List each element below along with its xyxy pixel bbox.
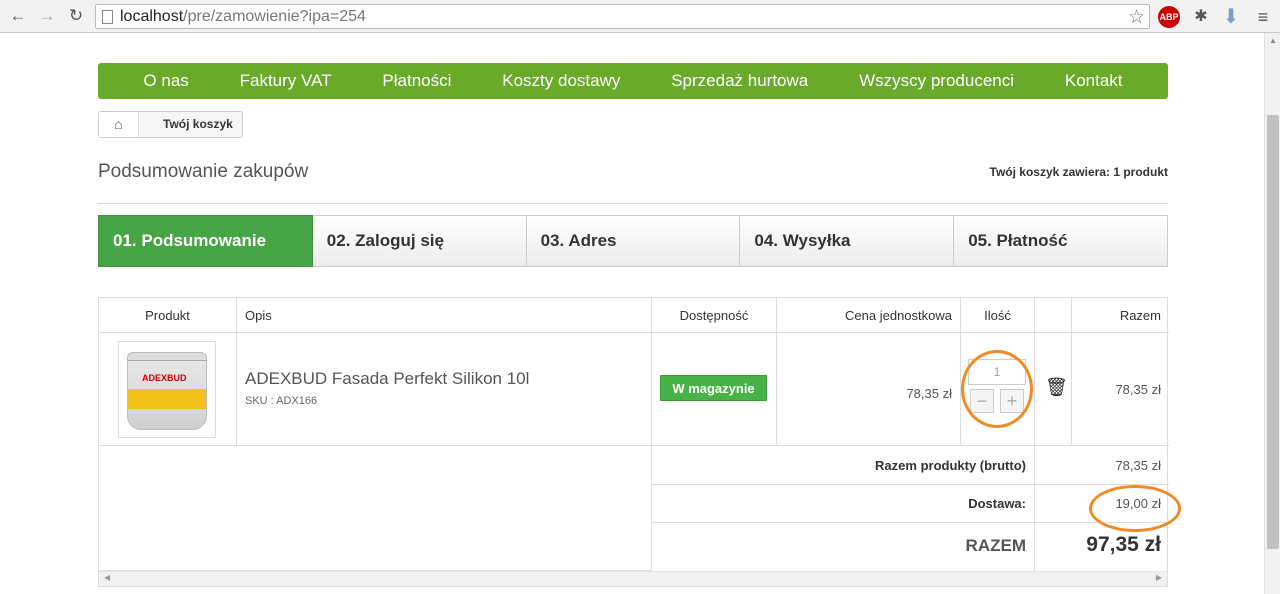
reload-icon[interactable]: ↻: [66, 6, 86, 26]
browser-menu-icon[interactable]: ≡: [1252, 6, 1274, 28]
url-text[interactable]: localhost/pre/zamowienie?ipa=254: [120, 8, 366, 26]
scrollbar-thumb[interactable]: [1267, 115, 1279, 549]
header-cena: Cena jednostkowa: [777, 298, 961, 333]
breadcrumb: ⌂ Twój koszyk: [98, 111, 243, 138]
divider: [98, 203, 1168, 204]
header-actions: [1035, 298, 1072, 333]
bucket-band: [128, 389, 206, 409]
products-total-label: Razem produkty (brutto): [875, 458, 1026, 473]
bucket-logo: ADEXBUD: [142, 373, 187, 383]
table-row-image-cell: ADEXBUD: [99, 333, 237, 446]
back-icon[interactable]: ←: [8, 6, 28, 26]
vertical-scrollbar[interactable]: ▲: [1264, 33, 1280, 594]
step-zaloguj[interactable]: 02. Zaloguj się: [312, 215, 527, 267]
address-bar[interactable]: localhost/pre/zamowienie?ipa=254 ☆: [95, 4, 1150, 29]
products-total-value-cell: 78,35 zł: [1035, 446, 1169, 485]
shipping-value-cell: 19,00 zł: [1035, 485, 1181, 532]
table-row-total-cell: 78,35 zł: [1072, 333, 1169, 446]
shipping-label-cell: Dostawa:: [652, 485, 1035, 523]
step-adres[interactable]: 03. Adres: [526, 215, 741, 267]
trash-icon[interactable]: 🗑: [1045, 377, 1068, 398]
menu-item-o-nas[interactable]: O nas: [143, 71, 188, 91]
header-opis: Opis: [237, 298, 652, 333]
menu-item-platnosci[interactable]: Płatności: [382, 71, 451, 91]
product-name[interactable]: ADEXBUD Fasada Perfekt Silikon 10l: [245, 369, 529, 389]
cart-count: Twój koszyk zawiera: 1 produkt: [989, 165, 1169, 179]
header-dostepnosc: Dostępność: [652, 298, 777, 333]
step-podsumowanie[interactable]: 01. Podsumowanie: [98, 215, 313, 267]
download-icon[interactable]: ⬇: [1220, 6, 1242, 28]
header-ilosc: Ilość: [961, 298, 1035, 333]
stock-badge: W magazynie: [660, 375, 767, 401]
menu-item-sprzedaz-hurtowa[interactable]: Sprzedaż hurtowa: [671, 71, 808, 91]
home-icon[interactable]: ⌂: [99, 112, 139, 137]
page-content: O nas Faktury VAT Płatności Koszty dosta…: [0, 33, 1264, 594]
browser-toolbar: ← → ↻ localhost/pre/zamowienie?ipa=254 ☆…: [0, 0, 1280, 33]
grand-total-label: RAZEM: [965, 536, 1026, 555]
header-produkt: Produkt: [99, 298, 237, 333]
bookmark-star-icon[interactable]: ☆: [1128, 6, 1145, 29]
checkout-steps: 01. Podsumowanie 02. Zaloguj się 03. Adr…: [98, 215, 1168, 267]
product-image[interactable]: ADEXBUD: [118, 341, 216, 438]
grand-total-label-cell: RAZEM: [652, 523, 1035, 571]
annotation-circle-quantity: [961, 350, 1033, 428]
table-row-qty-cell: − +: [961, 333, 1035, 446]
products-total-label-cell: Razem produkty (brutto): [652, 446, 1035, 485]
bucket-lid: [128, 353, 206, 361]
breadcrumb-current: Twój koszyk: [163, 117, 233, 131]
grand-total-value-cell: 97,35 zł: [1035, 523, 1169, 571]
menu-item-kontakt[interactable]: Kontakt: [1065, 71, 1123, 91]
unit-price: 78,35 zł: [906, 386, 952, 401]
header-razem: Razem: [1072, 298, 1169, 333]
menu-item-koszty-dostawy[interactable]: Koszty dostawy: [502, 71, 620, 91]
shipping-label: Dostawa:: [968, 496, 1026, 511]
scroll-up-icon[interactable]: ▲: [1269, 36, 1277, 45]
table-row-action-cell: 🗑: [1035, 333, 1072, 446]
row-total: 78,35 zł: [1115, 382, 1161, 397]
bucket-image: ADEXBUD: [127, 352, 207, 430]
scroll-left-icon[interactable]: ◀: [104, 573, 110, 582]
table-row-stock-cell: W magazynie: [652, 333, 777, 446]
products-total-value: 78,35 zł: [1115, 458, 1161, 473]
page-icon: [102, 10, 113, 24]
cart-table: Produkt Opis Dostępność Cena jednostkowa…: [98, 297, 1181, 587]
product-sku: SKU : ADX166: [245, 395, 318, 407]
menu-item-producenci[interactable]: Wszyscy producenci: [859, 71, 1014, 91]
step-wysylka[interactable]: 04. Wysyłka: [740, 215, 955, 267]
table-row-desc-cell: ADEXBUD Fasada Perfekt Silikon 10l SKU :…: [237, 333, 652, 446]
scroll-right-icon[interactable]: ▶: [1156, 573, 1162, 582]
table-row-price-cell: 78,35 zł: [777, 333, 961, 446]
url-path: /pre/zamowienie?ipa=254: [183, 8, 366, 25]
grand-total-value: 97,35 zł: [1086, 533, 1161, 556]
main-menu: O nas Faktury VAT Płatności Koszty dosta…: [98, 63, 1168, 99]
bug-extension-icon[interactable]: ✱: [1190, 6, 1212, 28]
url-host: localhost: [120, 8, 184, 25]
page-title: Podsumowanie zakupów: [98, 161, 309, 182]
totals-spacer: [99, 446, 652, 571]
adblock-icon[interactable]: ABP: [1158, 6, 1180, 28]
step-platnosc[interactable]: 05. Płatność: [954, 215, 1168, 267]
horizontal-scrollbar[interactable]: ◀ ▶: [99, 571, 1167, 586]
forward-icon[interactable]: →: [37, 6, 57, 26]
menu-item-faktury[interactable]: Faktury VAT: [240, 71, 332, 91]
